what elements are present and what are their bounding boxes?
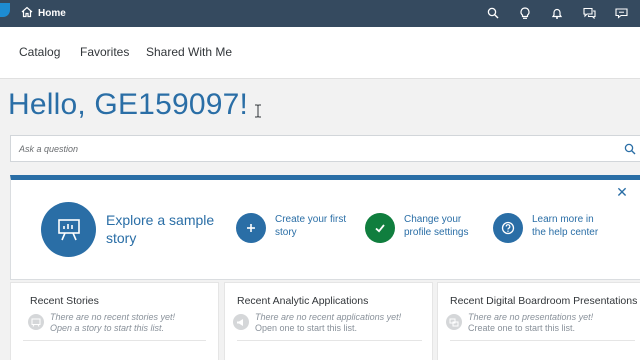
shell-bar: Home bbox=[0, 0, 640, 27]
story-icon bbox=[28, 314, 44, 330]
boardroom-icon bbox=[446, 314, 462, 330]
chat-icon[interactable] bbox=[582, 6, 596, 20]
tab-bar: Catalog Favorites Shared With Me bbox=[0, 27, 640, 79]
home-button[interactable]: Home bbox=[21, 5, 66, 21]
presentation-icon[interactable] bbox=[41, 202, 96, 257]
card-title: Recent Stories bbox=[30, 295, 99, 307]
card-title: Recent Analytic Applications bbox=[237, 295, 369, 307]
sap-logo-tab[interactable] bbox=[0, 3, 10, 17]
empty-message: There are no recent applications yet! bbox=[255, 312, 402, 322]
recent-analytic-applications-card: Recent Analytic Applications There are n… bbox=[224, 282, 433, 360]
empty-message: There are no recent stories yet! bbox=[50, 312, 176, 322]
empty-state: There are no recent applications yet! Op… bbox=[233, 312, 401, 334]
change-profile-settings-link[interactable]: Change your profile settings bbox=[404, 213, 468, 239]
megaphone-icon bbox=[233, 314, 249, 330]
empty-state: There are no presentations yet! Create o… bbox=[446, 312, 593, 334]
tab-catalog[interactable]: Catalog bbox=[19, 45, 60, 59]
home-icon bbox=[21, 6, 33, 21]
search-icon[interactable] bbox=[486, 6, 500, 20]
welcome-panel: ✕ Explore a sample story Create your fir… bbox=[10, 175, 640, 280]
create-first-story-link[interactable]: Create your first story bbox=[275, 213, 346, 239]
help-center-link[interactable]: Learn more in the help center bbox=[532, 213, 598, 239]
divider bbox=[23, 340, 206, 341]
text-cursor-icon bbox=[254, 104, 262, 118]
empty-hint: Open a story to start this list. bbox=[50, 323, 165, 333]
lightbulb-icon[interactable] bbox=[518, 6, 532, 20]
close-icon[interactable]: ✕ bbox=[615, 185, 629, 199]
empty-hint: Create one to start this list. bbox=[468, 323, 576, 333]
empty-state: There are no recent stories yet! Open a … bbox=[28, 312, 175, 334]
feedback-icon[interactable] bbox=[614, 6, 628, 20]
card-title: Recent Digital Boardroom Presentations bbox=[450, 295, 638, 307]
empty-message: There are no presentations yet! bbox=[468, 312, 594, 322]
greeting-title: Hello, GE159097! bbox=[8, 88, 249, 121]
divider bbox=[450, 340, 635, 341]
recent-stories-card: Recent Stories There are no recent stori… bbox=[10, 282, 219, 360]
check-icon[interactable] bbox=[365, 213, 395, 243]
help-icon[interactable] bbox=[493, 213, 523, 243]
divider bbox=[237, 340, 422, 341]
tab-shared-with-me[interactable]: Shared With Me bbox=[146, 45, 232, 59]
search-placeholder: Ask a question bbox=[19, 144, 79, 154]
recent-digital-boardroom-card: Recent Digital Boardroom Presentations T… bbox=[437, 282, 640, 360]
search-icon[interactable] bbox=[624, 142, 638, 156]
bell-icon[interactable] bbox=[550, 6, 564, 20]
explore-sample-story-link[interactable]: Explore a sample story bbox=[106, 211, 214, 247]
plus-icon[interactable] bbox=[236, 213, 266, 243]
ask-question-field[interactable]: Ask a question bbox=[10, 135, 640, 162]
empty-hint: Open one to start this list. bbox=[255, 323, 358, 333]
tab-favorites[interactable]: Favorites bbox=[80, 45, 129, 59]
home-label: Home bbox=[38, 7, 66, 19]
